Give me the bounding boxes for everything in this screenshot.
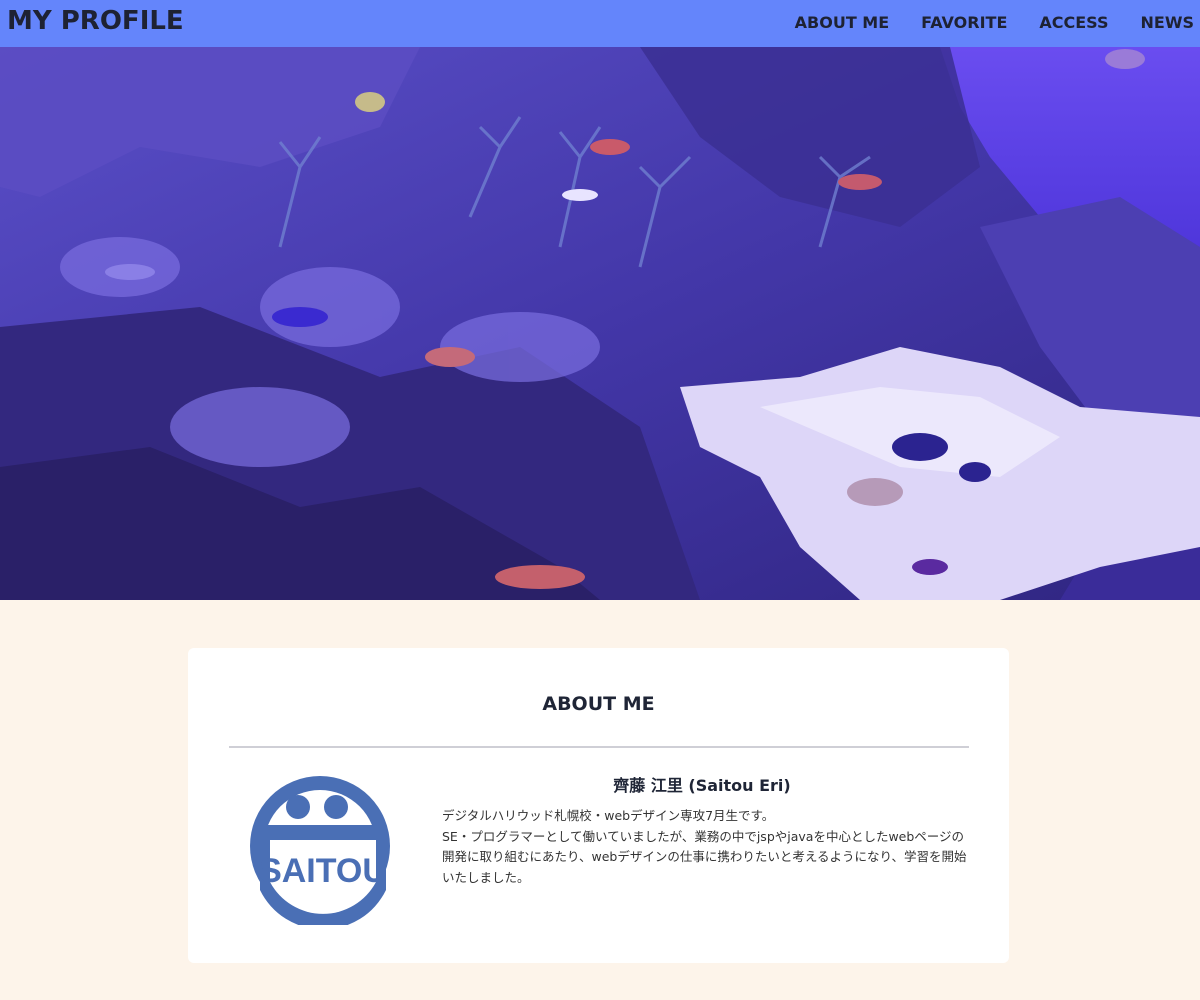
aquarium-photo	[0, 47, 1200, 600]
bio-line-1: デジタルハリウッド札幌校・webデザイン専攻7月生です。	[442, 808, 775, 823]
divider	[229, 746, 969, 748]
saitou-logo-icon: SAITOU	[250, 776, 390, 925]
bio-line-2: SE・プログラマーとして働いていましたが、業務の中でjspやjavaを中心とした…	[442, 828, 967, 885]
nav-favorite[interactable]: FAVORITE	[921, 13, 1007, 32]
logo-text: SAITOU	[259, 852, 387, 890]
profile-name: 齊藤 江里 (Saitou Eri)	[613, 776, 791, 795]
site-title[interactable]: MY PROFILE	[7, 6, 184, 36]
about-card: ABOUT ME SAITOU 齊藤 江里 (Saitou Eri) デジタルハ…	[188, 648, 1009, 963]
header-bar: MY PROFILE ABOUT ME FAVORITE ACCESS NEWS	[0, 0, 1200, 47]
hero-image	[0, 47, 1200, 600]
nav-access[interactable]: ACCESS	[1039, 13, 1108, 32]
main-nav: ABOUT ME FAVORITE ACCESS NEWS	[763, 13, 1194, 32]
about-title: ABOUT ME	[542, 693, 655, 715]
nav-about-me[interactable]: ABOUT ME	[795, 13, 890, 32]
nav-news[interactable]: NEWS	[1141, 13, 1195, 32]
profile-bio: デジタルハリウッド札幌校・webデザイン専攻7月生です。 SE・プログラマーとし…	[442, 806, 972, 888]
